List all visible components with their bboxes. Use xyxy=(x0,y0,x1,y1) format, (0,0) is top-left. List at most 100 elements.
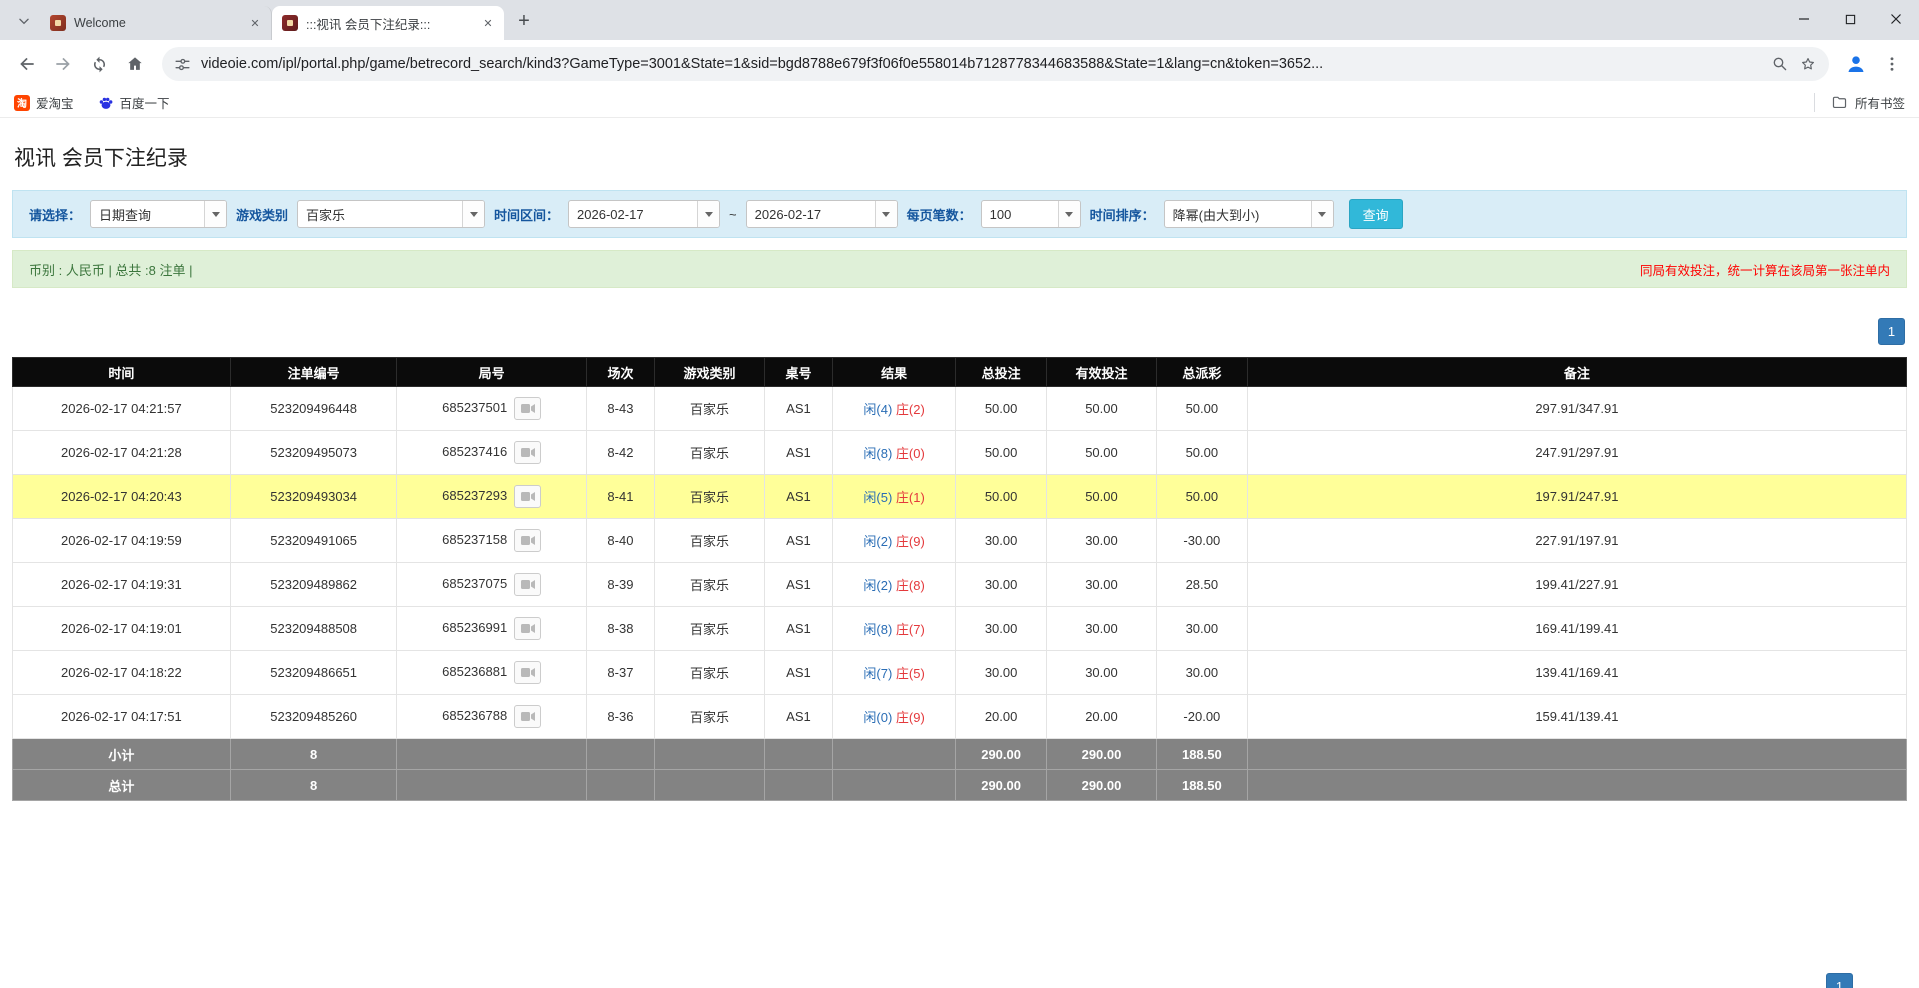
round-number: 685237501 xyxy=(442,400,507,415)
window-controls xyxy=(1781,0,1919,40)
total-row-cell-bet-no: 8 xyxy=(230,770,397,801)
pagination-bottom: 1 xyxy=(1826,973,1853,988)
select-type-label: 请选择： xyxy=(29,205,81,224)
column-header-note: 备注 xyxy=(1247,358,1906,387)
cell-round-no: 685236788 xyxy=(397,695,586,739)
cell-table-no: AS1 xyxy=(764,607,832,651)
column-header-result: 结果 xyxy=(833,358,956,387)
cell-time: 2026-02-17 04:21:57 xyxy=(13,387,231,431)
date-to-select[interactable]: 2026-02-17 xyxy=(746,200,898,228)
back-button[interactable] xyxy=(10,47,44,81)
tab-bet-records[interactable]: :::视讯 会员下注纪录::: ✕ xyxy=(272,6,504,40)
record-tab-favicon xyxy=(282,15,298,31)
replay-video-button[interactable] xyxy=(514,529,541,552)
total-row-cell-payout: 188.50 xyxy=(1156,770,1247,801)
replay-video-button[interactable] xyxy=(514,661,541,684)
replay-video-button[interactable] xyxy=(514,397,541,420)
site-settings-icon[interactable] xyxy=(174,56,191,73)
home-icon xyxy=(125,54,145,74)
result-banker: 庄(2) xyxy=(896,402,925,417)
cell-total-bet: 50.00 xyxy=(956,475,1047,519)
tab-search-button[interactable] xyxy=(10,7,38,35)
cell-round-no: 685237158 xyxy=(397,519,586,563)
chevron-down-icon[interactable] xyxy=(462,201,484,227)
cell-payout: 50.00 xyxy=(1156,475,1247,519)
video-camera-icon xyxy=(521,579,535,590)
cell-time: 2026-02-17 04:19:59 xyxy=(13,519,231,563)
cell-round-no: 685236881 xyxy=(397,651,586,695)
forward-icon xyxy=(53,54,73,74)
bookmark-taobao[interactable]: 淘 爱淘宝 xyxy=(14,93,74,112)
pagination-top: 1 xyxy=(14,318,1905,345)
new-tab-button[interactable]: + xyxy=(510,7,538,35)
tab-welcome[interactable]: Welcome ✕ xyxy=(40,6,272,40)
date-from-select[interactable]: 2026-02-17 xyxy=(568,200,720,228)
tab-close-icon[interactable]: ✕ xyxy=(480,15,496,31)
chevron-down-icon[interactable] xyxy=(1058,201,1080,227)
refresh-button[interactable] xyxy=(82,47,116,81)
subtotal-row-cell-note xyxy=(1247,739,1906,770)
game-type-label: 游戏类别 xyxy=(236,205,288,224)
cell-table-no: AS1 xyxy=(764,387,832,431)
game-type-select[interactable]: 百家乐 xyxy=(297,200,485,228)
subtotal-row-cell-table-no xyxy=(764,739,832,770)
column-header-session: 场次 xyxy=(586,358,654,387)
cell-payout: 50.00 xyxy=(1156,431,1247,475)
cell-session: 8-41 xyxy=(586,475,654,519)
home-button[interactable] xyxy=(118,47,152,81)
browser-toolbar: videoie.com/ipl/portal.php/game/betrecor… xyxy=(0,40,1919,88)
url-text[interactable]: videoie.com/ipl/portal.php/game/betrecor… xyxy=(201,56,1761,72)
chevron-down-icon[interactable] xyxy=(1311,201,1333,227)
query-type-select[interactable]: 日期查询 xyxy=(90,200,227,228)
replay-video-button[interactable] xyxy=(514,617,541,640)
column-header-valid-bet: 有效投注 xyxy=(1047,358,1157,387)
result-player: 闲(5) xyxy=(863,490,892,505)
cell-valid-bet: 50.00 xyxy=(1047,387,1157,431)
bookmark-star-icon[interactable] xyxy=(1799,55,1817,73)
forward-button[interactable] xyxy=(46,47,80,81)
cell-game-type: 百家乐 xyxy=(655,607,765,651)
chevron-down-icon[interactable] xyxy=(875,201,897,227)
cell-game-type: 百家乐 xyxy=(655,651,765,695)
valid-bet-notice-text: 同局有效投注，统一计算在该局第一张注单内 xyxy=(1640,260,1890,279)
query-type-value: 日期查询 xyxy=(91,201,204,227)
per-page-select[interactable]: 100 xyxy=(981,200,1081,228)
result-banker: 庄(9) xyxy=(896,710,925,725)
tab-close-icon[interactable]: ✕ xyxy=(247,15,263,31)
cell-bet-no: 523209493034 xyxy=(230,475,397,519)
address-bar[interactable]: videoie.com/ipl/portal.php/game/betrecor… xyxy=(162,47,1829,81)
zoom-icon[interactable] xyxy=(1771,55,1789,73)
all-bookmarks-button[interactable]: 所有书签 xyxy=(1814,93,1905,112)
cell-session: 8-37 xyxy=(586,651,654,695)
replay-video-button[interactable] xyxy=(514,705,541,728)
browser-menu-button[interactable] xyxy=(1875,47,1909,81)
page-number-button[interactable]: 1 xyxy=(1878,318,1905,345)
cell-bet-no: 523209495073 xyxy=(230,431,397,475)
replay-video-button[interactable] xyxy=(514,441,541,464)
replay-video-button[interactable] xyxy=(514,573,541,596)
minimize-button[interactable] xyxy=(1781,0,1827,38)
cell-note: 227.91/197.91 xyxy=(1247,519,1906,563)
column-header-bet-no: 注单编号 xyxy=(230,358,397,387)
total-row-cell-round-no xyxy=(397,770,586,801)
per-page-value: 100 xyxy=(982,201,1058,227)
time-sort-select[interactable]: 降幂(由大到小) xyxy=(1164,200,1334,228)
folder-icon xyxy=(1831,94,1848,111)
total-row-cell-valid-bet: 290.00 xyxy=(1047,770,1157,801)
chevron-down-icon[interactable] xyxy=(697,201,719,227)
bookmark-baidu[interactable]: 百度一下 xyxy=(98,93,170,112)
query-button[interactable]: 查询 xyxy=(1349,199,1403,229)
page-number-button[interactable]: 1 xyxy=(1826,973,1853,988)
cell-note: 159.41/139.41 xyxy=(1247,695,1906,739)
replay-video-button[interactable] xyxy=(514,485,541,508)
maximize-button[interactable] xyxy=(1827,0,1873,38)
chevron-down-icon[interactable] xyxy=(204,201,226,227)
cell-session: 8-38 xyxy=(586,607,654,651)
cell-time: 2026-02-17 04:17:51 xyxy=(13,695,231,739)
cell-table-no: AS1 xyxy=(764,475,832,519)
subtotal-row-cell-session xyxy=(586,739,654,770)
close-window-button[interactable] xyxy=(1873,0,1919,38)
profile-avatar[interactable] xyxy=(1839,47,1873,81)
cell-valid-bet: 50.00 xyxy=(1047,431,1157,475)
total-row-cell-result xyxy=(833,770,956,801)
